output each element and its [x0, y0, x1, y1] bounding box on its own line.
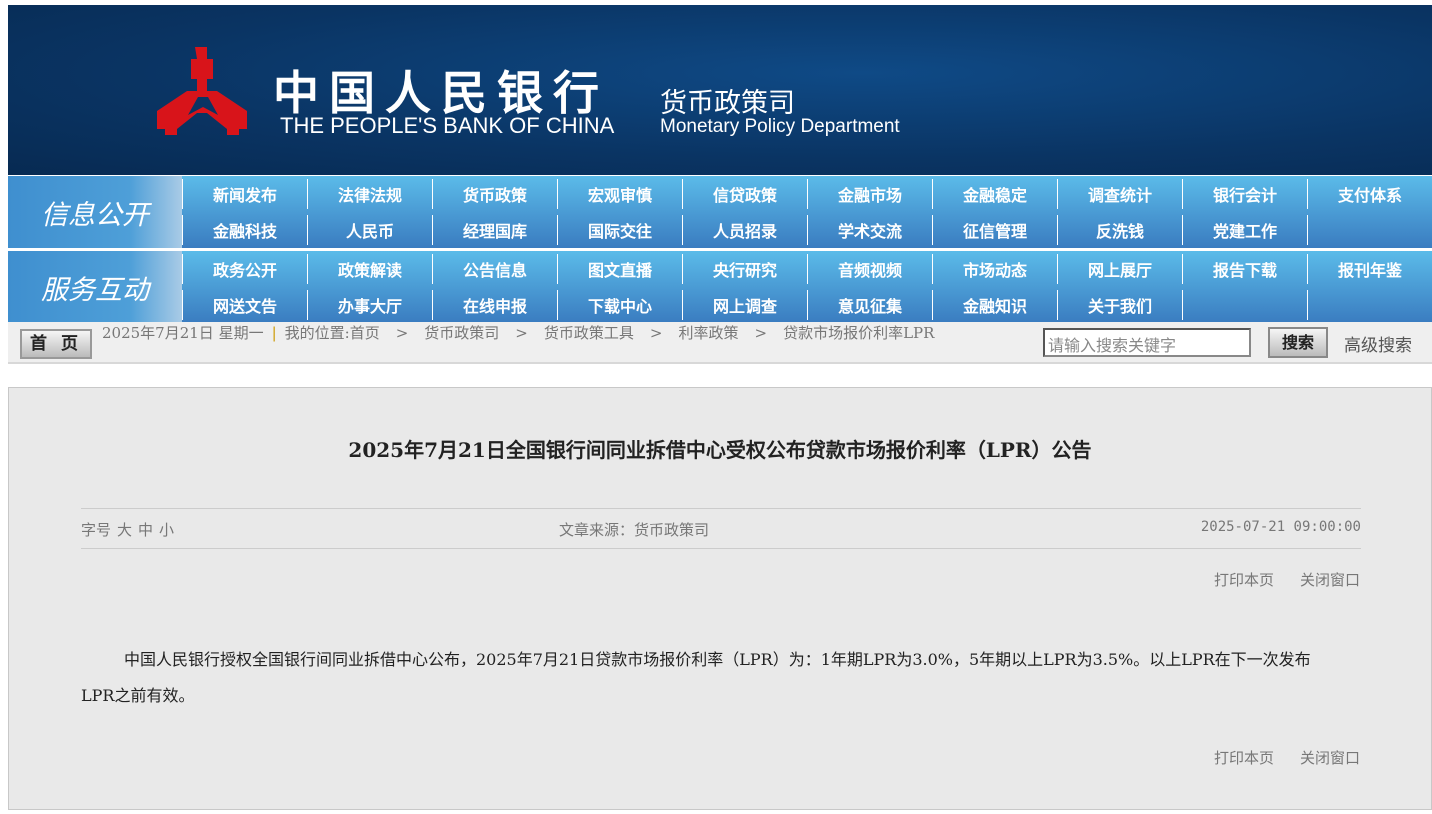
current-date: 2025年7月21日 星期一: [102, 324, 264, 342]
nav-item[interactable]: 法律法规: [307, 179, 432, 209]
nav-item[interactable]: 公告信息: [432, 254, 557, 284]
close-window-link[interactable]: 关闭窗口: [1300, 749, 1360, 767]
nav-item[interactable]: 音频视频: [807, 254, 932, 284]
nav-item[interactable]: 网上调查: [682, 290, 807, 320]
nav-item[interactable]: 征信管理: [932, 215, 1057, 245]
print-link[interactable]: 打印本页: [1214, 571, 1274, 589]
nav-item[interactable]: 图文直播: [557, 254, 682, 284]
font-size-label: 字号: [81, 521, 112, 539]
nav-empty-cell: [1182, 290, 1307, 320]
nav-item[interactable]: 人民币: [307, 215, 432, 245]
nav-item[interactable]: 国际交往: [557, 215, 682, 245]
nav-service-interaction: 服务互动 政务公开 政策解读 公告信息 图文直播 央行研究 音频视频 市场动态 网上展厅 报告下…: [8, 251, 1432, 323]
search-input[interactable]: 请输入搜索关键字: [1043, 328, 1251, 357]
nav-item[interactable]: 经理国库: [432, 215, 557, 245]
nav-item[interactable]: 网上展厅: [1057, 254, 1182, 284]
font-small-link[interactable]: 小: [159, 521, 174, 539]
nav-item[interactable]: 金融知识: [932, 290, 1057, 320]
breadcrumb-home[interactable]: 我的位置:首页: [285, 324, 380, 342]
breadcrumb-item[interactable]: 贷款市场报价利率LPR: [783, 324, 934, 342]
nav-section-label: 信息公开: [8, 176, 182, 248]
breadcrumb: 2025年7月21日 星期一 | 我的位置:首页 > 货币政策司 > 货币政策工具 > 利率政策…: [102, 324, 935, 342]
nav-item[interactable]: 报刊年鉴: [1307, 254, 1432, 284]
nav-item[interactable]: 政务公开: [182, 254, 307, 284]
department-chinese: 货币政策司: [660, 88, 795, 119]
nav-item[interactable]: 金融稳定: [932, 179, 1057, 209]
nav-item[interactable]: 金融市场: [807, 179, 932, 209]
nav-item[interactable]: 党建工作: [1182, 215, 1307, 245]
advanced-search-link[interactable]: 高级搜索: [1344, 331, 1412, 356]
article-date: 2025-07-21 09:00:00: [1200, 519, 1361, 535]
nav-section-label: 服务互动: [8, 251, 182, 323]
nav-item[interactable]: 央行研究: [682, 254, 807, 284]
nav-info-disclosure: 信息公开 新闻发布 法律法规 货币政策 宏观审慎 信贷政策 金融市场 金融稳定 调查统计 银行会…: [8, 176, 1432, 248]
article-body: 中国人民银行授权全国银行间同业拆借中心公布，2025年7月21日贷款市场报价利率…: [81, 650, 1311, 705]
nav-item[interactable]: 报告下载: [1182, 254, 1307, 284]
search-button[interactable]: 搜索: [1268, 327, 1328, 358]
nav-item[interactable]: 银行会计: [1182, 179, 1307, 209]
nav-item[interactable]: 支付体系: [1307, 179, 1432, 209]
nav-item[interactable]: 货币政策: [432, 179, 557, 209]
nav-item[interactable]: 反洗钱: [1057, 215, 1182, 245]
breadcrumb-item[interactable]: 货币政策司: [424, 324, 499, 342]
nav-item[interactable]: 在线申报: [432, 290, 557, 320]
article-title: 2025年7月21日全国银行间同业拆借中心受权公布贷款市场报价利率（LPR）公告: [348, 438, 1092, 462]
nav-item[interactable]: 宏观审慎: [557, 179, 682, 209]
close-window-link[interactable]: 关闭窗口: [1300, 571, 1360, 589]
font-large-link[interactable]: 大: [117, 521, 132, 539]
nav-item[interactable]: 人员招录: [682, 215, 807, 245]
article-source: 文章来源：货币政策司: [559, 521, 710, 539]
font-medium-link[interactable]: 中: [138, 521, 153, 539]
nav-item[interactable]: 新闻发布: [182, 179, 307, 209]
breadcrumb-item[interactable]: 货币政策工具: [544, 324, 634, 342]
nav-item[interactable]: 意见征集: [807, 290, 932, 320]
nav-item[interactable]: 下载中心: [557, 290, 682, 320]
logo-english: THE PEOPLE'S BANK OF CHINA: [280, 113, 615, 138]
print-link[interactable]: 打印本页: [1214, 749, 1274, 767]
top-actions: 打印本页 关闭窗口: [1188, 569, 1360, 590]
nav-item[interactable]: 金融科技: [182, 215, 307, 245]
nav-item[interactable]: 信贷政策: [682, 179, 807, 209]
bottom-actions: 打印本页 关闭窗口: [1188, 747, 1360, 768]
home-button[interactable]: 首 页: [20, 329, 92, 359]
nav-item[interactable]: 市场动态: [932, 254, 1057, 284]
nav-item[interactable]: 网送文告: [182, 290, 307, 320]
nav-item[interactable]: 学术交流: [807, 215, 932, 245]
breadcrumb-bar: 首 页 2025年7月21日 星期一 | 我的位置:首页 > 货币政策司 > 货币政策工具 >…: [8, 322, 1432, 364]
breadcrumb-item[interactable]: 利率政策: [678, 324, 738, 342]
pboc-logo-icon: [157, 47, 247, 135]
article-panel: 2025年7月21日全国银行间同业拆借中心受权公布贷款市场报价利率（LPR）公告…: [8, 387, 1432, 810]
nav-item[interactable]: 政策解读: [307, 254, 432, 284]
article-meta: 字号大中小 文章来源：货币政策司 2025-07-21 09:00:00: [81, 508, 1361, 549]
nav-empty-cell: [1307, 215, 1432, 245]
nav-item[interactable]: 办事大厅: [307, 290, 432, 320]
nav-item[interactable]: 关于我们: [1057, 290, 1182, 320]
department-english: Monetary Policy Department: [660, 116, 900, 137]
header-banner: 中国人民银行 THE PEOPLE'S BANK OF CHINA 货币政策司 …: [8, 5, 1432, 175]
nav-item[interactable]: 调查统计: [1057, 179, 1182, 209]
nav-empty-cell: [1307, 290, 1432, 320]
